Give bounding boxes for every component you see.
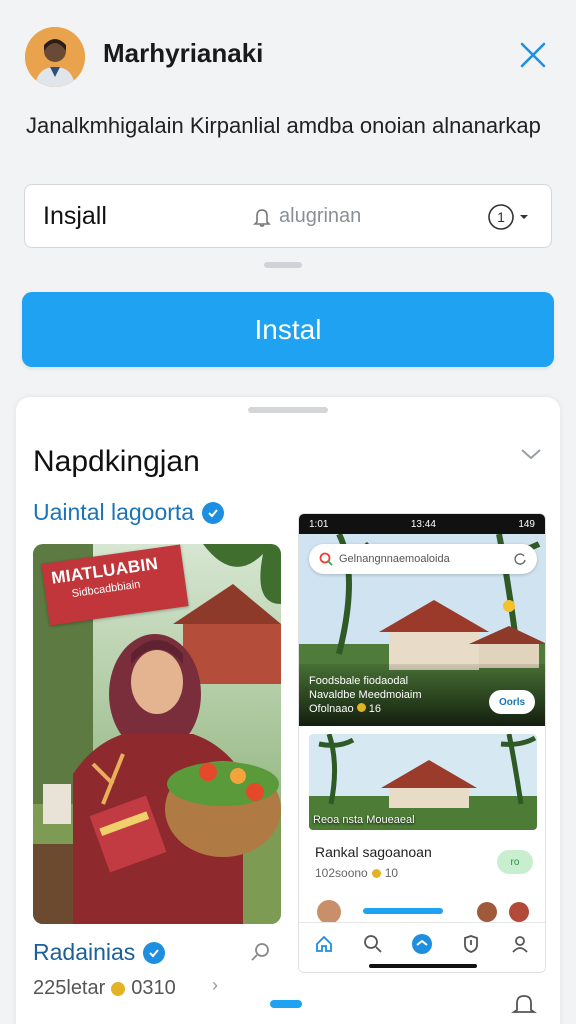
author-stats-left: 225letar: [33, 977, 106, 999]
phone-bottom-nav: [299, 922, 545, 972]
listing-rating: 10: [384, 866, 399, 880]
user-avatar-icon: [25, 27, 85, 87]
card-drag-handle[interactable]: [248, 407, 328, 413]
phone-status-bar: 1:01 13:44 149: [299, 514, 545, 534]
user-icon: [512, 935, 529, 953]
status-left: 1:01: [309, 518, 329, 530]
search-icon: [363, 934, 382, 953]
description-text: Janalkmhigalain Kirpanlial amdba onoian …: [26, 113, 541, 138]
chevron-right-icon[interactable]: ›: [212, 975, 218, 996]
phone-search-bar[interactable]: Gelnangnnaemoaloida: [309, 544, 537, 574]
caret-down-icon: [520, 215, 528, 219]
listing-pill-button[interactable]: ro: [497, 850, 533, 874]
info-circle-icon: 1: [488, 204, 514, 230]
compass-icon: [411, 933, 432, 954]
recommendation-card: Napdkingjan Uaintal lagoorta MIATLUABIN …: [16, 397, 560, 1024]
nav-profile[interactable]: [507, 931, 533, 957]
author-stats-right: 0310: [131, 977, 176, 999]
input-placeholder: alugrinan: [279, 205, 362, 227]
app-header: Marhyrianaki: [0, 0, 576, 110]
status-right: 149: [518, 518, 535, 530]
phone-preview[interactable]: 1:01 13:44 149 Gelnangnnaemoaloida Foods…: [298, 513, 546, 973]
close-button[interactable]: [512, 34, 554, 76]
verified-label-text: Uaintal lagoorta: [33, 499, 195, 525]
collapse-button[interactable]: [520, 447, 542, 466]
nav-home[interactable]: [311, 931, 337, 957]
avatar[interactable]: [25, 27, 85, 87]
author-name-text: Radainias: [33, 939, 136, 965]
home-indicator: [369, 964, 477, 968]
listing-subtitle-text: 102soono: [315, 866, 368, 880]
hero-coin-icon: [356, 703, 366, 712]
author-name[interactable]: Radainias: [33, 939, 166, 966]
phone-secondary-image[interactable]: Reoa nsta Moueaeal: [309, 734, 537, 830]
hero-line1: Foodsbale fiodaodal: [309, 675, 409, 687]
hero-action-button[interactable]: Oorls: [489, 690, 535, 714]
hero-line3: Ofolnaao: [309, 703, 354, 715]
author-search-button[interactable]: [248, 941, 272, 970]
coin-icon: [111, 981, 126, 996]
app-title: Marhyrianaki: [103, 38, 264, 68]
placeholder-group: alugrinan: [251, 205, 361, 228]
listing-subtitle: 102soono 10: [315, 866, 398, 880]
install-input-field[interactable]: Insjall alugrinan 1: [24, 184, 552, 248]
drag-handle[interactable]: [264, 262, 302, 268]
phone-hero-image[interactable]: Gelnangnnaemoaloida Foodsbale fiodaodal …: [299, 532, 545, 726]
bell-icon: [511, 995, 537, 1013]
hero-rating: 16: [368, 703, 382, 715]
install-button[interactable]: Instal: [22, 292, 554, 367]
home-icon: [315, 935, 332, 952]
refresh-icon: [514, 553, 526, 565]
secondary-caption: Reoa nsta Moueaeal: [313, 814, 415, 826]
author-stats: 225letar 0310: [33, 977, 176, 1000]
featured-photo[interactable]: MIATLUABIN Sidbcadbbiain: [33, 544, 281, 924]
nav-explore[interactable]: [409, 931, 435, 957]
shield-icon: [464, 934, 479, 953]
chevron-down-icon: [521, 449, 541, 460]
verified-check-icon: [202, 501, 225, 524]
page-indicator: [270, 1000, 302, 1008]
notification-button[interactable]: [510, 990, 538, 1023]
phone-search-text: Gelnangnnaemoaloida: [339, 553, 450, 565]
search-icon: [251, 943, 269, 961]
listing-title: Rankal sagoanoan: [315, 844, 432, 860]
status-center: 13:44: [410, 518, 436, 530]
nav-alerts[interactable]: [458, 931, 484, 957]
verified-label[interactable]: Uaintal lagoorta: [33, 499, 225, 526]
section-title: Napdkingjan: [33, 445, 200, 478]
listing-coin-icon: [371, 868, 381, 878]
close-icon: [520, 42, 546, 68]
bell-icon: [253, 208, 271, 227]
nav-search[interactable]: [360, 931, 386, 957]
author-verified-icon: [143, 941, 166, 964]
info-label: 1: [497, 209, 505, 225]
google-search-icon: [319, 552, 333, 566]
info-dropdown-button[interactable]: 1: [487, 203, 529, 231]
input-value: Insjall: [43, 202, 107, 230]
